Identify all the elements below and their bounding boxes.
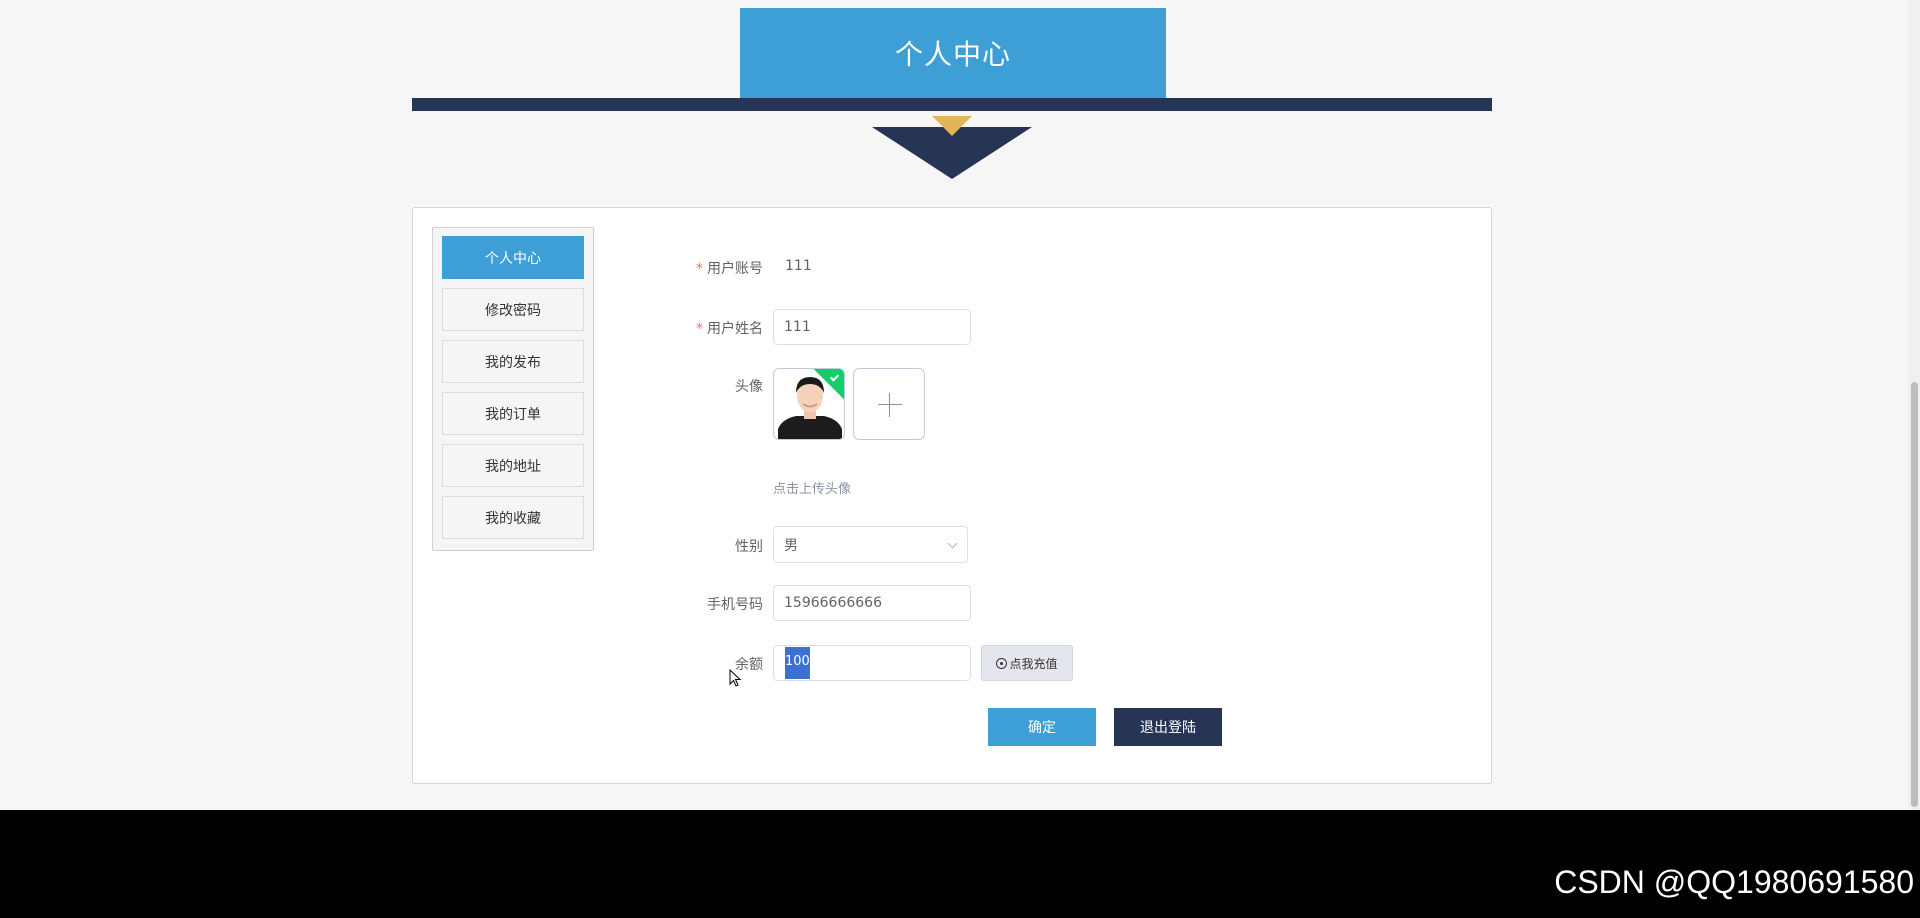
name-input[interactable] bbox=[773, 309, 971, 345]
gender-select[interactable]: 男 bbox=[773, 526, 968, 563]
vertical-scrollbar[interactable] bbox=[1908, 0, 1920, 810]
profile-panel: 个人中心 修改密码 我的发布 我的订单 我的地址 我的收藏 *用户账号 111 bbox=[412, 207, 1492, 784]
name-label: * 用户姓名 bbox=[696, 321, 763, 337]
radio-icon bbox=[996, 657, 1008, 669]
sidebar-item-label: 我的地址 bbox=[485, 458, 541, 475]
sidebar-item-my-address[interactable]: 我的地址 bbox=[442, 444, 584, 487]
upload-avatar-link[interactable]: 点击上传头像 bbox=[773, 478, 851, 497]
footer: CSDN @QQ1980691580 bbox=[0, 810, 1920, 918]
sidebar-item-change-password[interactable]: 修改密码 bbox=[442, 288, 584, 331]
sidebar-item-label: 我的发布 bbox=[485, 354, 541, 371]
page-title-text: 个人中心 bbox=[894, 38, 1011, 71]
balance-input[interactable]: 100 bbox=[773, 645, 971, 681]
page-title: 个人中心 bbox=[740, 8, 1166, 98]
account-label: * 用户账号 bbox=[696, 261, 763, 277]
recharge-button-label: 点我充值 bbox=[1009, 656, 1058, 671]
balance-value: 100 bbox=[785, 654, 810, 669]
plus-icon-vertical bbox=[889, 393, 890, 417]
sidebar-item-my-favorites[interactable]: 我的收藏 bbox=[442, 496, 584, 539]
sidebar-item-label: 修改密码 bbox=[485, 302, 541, 319]
sidebar-item-label: 我的收藏 bbox=[485, 510, 541, 527]
phone-input[interactable] bbox=[773, 585, 971, 621]
sidebar-item-label: 我的订单 bbox=[485, 406, 541, 423]
sidebar-item-profile[interactable]: 个人中心 bbox=[442, 236, 584, 279]
avatar-image[interactable] bbox=[773, 368, 845, 440]
title-arrow-gold bbox=[932, 116, 972, 136]
avatar-upload-button[interactable] bbox=[853, 368, 925, 440]
scrollbar-thumb[interactable] bbox=[1911, 382, 1918, 807]
account-value: 111 bbox=[785, 258, 812, 274]
sidebar-item-label: 个人中心 bbox=[485, 250, 541, 267]
watermark-text: CSDN @QQ1980691580 bbox=[1554, 864, 1914, 900]
title-divider-bar bbox=[412, 98, 1492, 111]
sidebar-menu: 个人中心 修改密码 我的发布 我的订单 我的地址 我的收藏 bbox=[432, 227, 594, 551]
plus-icon bbox=[878, 404, 902, 405]
sidebar-item-my-posts[interactable]: 我的发布 bbox=[442, 340, 584, 383]
required-mark: * bbox=[696, 321, 703, 337]
confirm-button[interactable]: 确定 bbox=[988, 708, 1096, 746]
mouse-cursor-icon bbox=[729, 669, 742, 687]
chevron-down-icon bbox=[947, 538, 958, 549]
page: 个人中心 个人中心 修改密码 我的发布 我的订单 我的地址 我的收藏 * 用户账… bbox=[0, 0, 1920, 918]
logout-button[interactable]: 退出登陆 bbox=[1114, 708, 1222, 746]
sidebar-item-my-orders[interactable]: 我的订单 bbox=[442, 392, 584, 435]
recharge-button[interactable]: 点我充值 bbox=[981, 645, 1073, 681]
gender-label: 性别 bbox=[735, 539, 763, 555]
gender-select-value: 男 bbox=[784, 537, 798, 554]
phone-label: 手机号码 bbox=[707, 597, 763, 613]
avatar-label: 头像 bbox=[735, 379, 763, 395]
required-mark: * bbox=[696, 261, 703, 277]
